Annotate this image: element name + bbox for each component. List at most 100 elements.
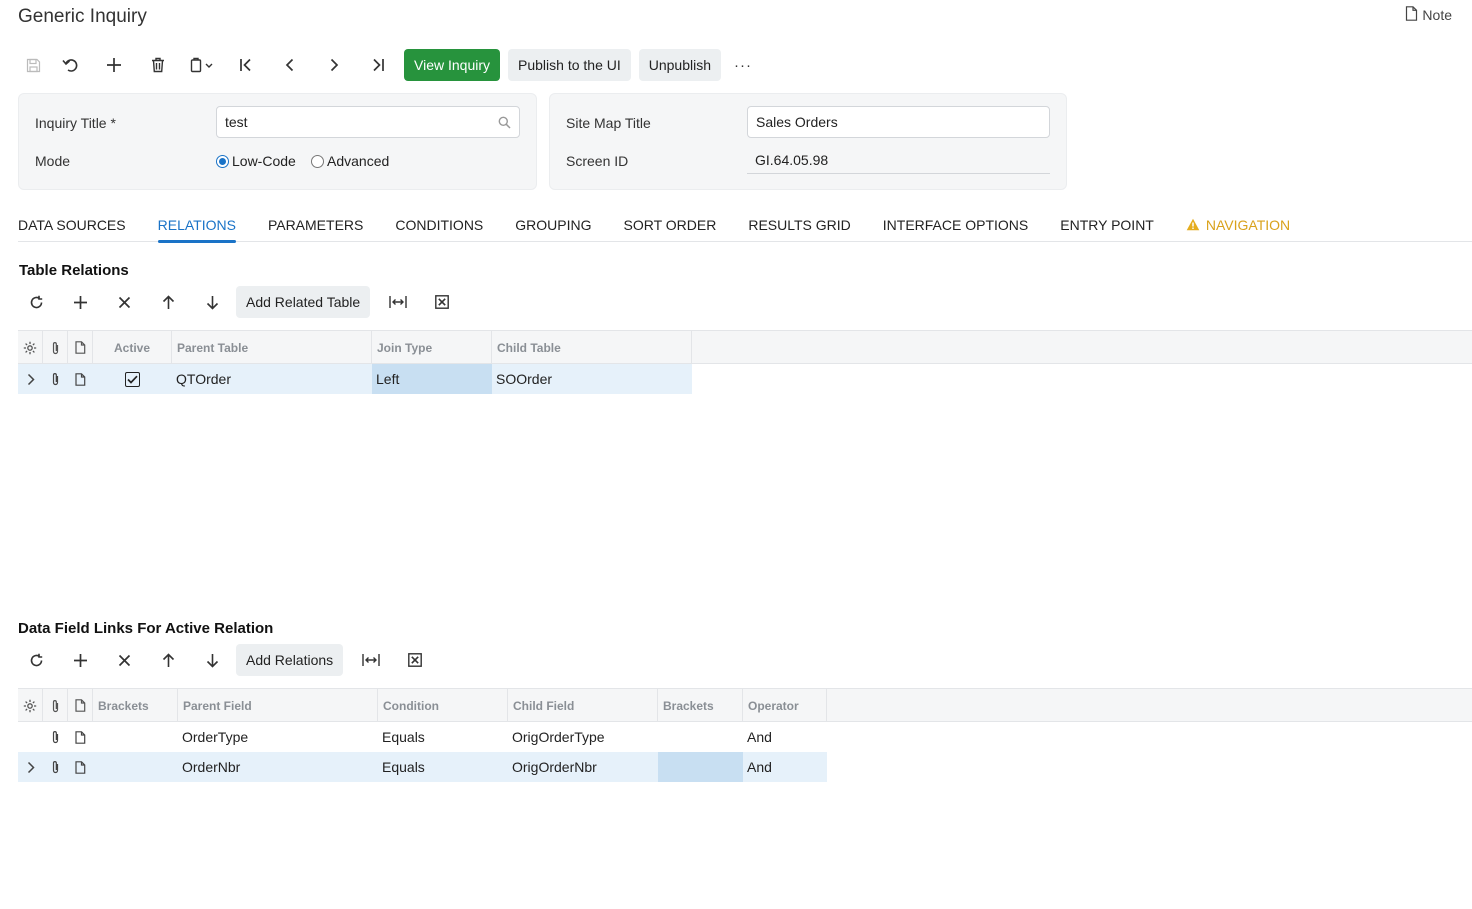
column-header-child-field[interactable]: Child Field bbox=[508, 689, 658, 722]
parent-field-cell[interactable]: OrderType bbox=[178, 722, 378, 752]
column-header-close-brackets[interactable]: Brackets bbox=[658, 689, 743, 722]
export-excel-icon[interactable] bbox=[420, 286, 464, 318]
tab-relations[interactable]: RELATIONS bbox=[157, 208, 237, 243]
last-icon[interactable] bbox=[356, 48, 400, 82]
site-map-title-value: Sales Orders bbox=[756, 114, 838, 130]
fit-columns-icon[interactable] bbox=[349, 644, 393, 676]
note-icon[interactable] bbox=[68, 752, 93, 782]
attachment-icon[interactable] bbox=[43, 364, 68, 394]
expand-row-icon[interactable] bbox=[18, 364, 43, 394]
note-icon bbox=[1405, 6, 1418, 24]
column-header-parent-table[interactable]: Parent Table bbox=[172, 331, 372, 364]
view-inquiry-button[interactable]: View Inquiry bbox=[404, 49, 501, 81]
field-links-toolbar: Add Relations bbox=[14, 644, 437, 676]
tab-conditions[interactable]: CONDITIONS bbox=[395, 208, 483, 242]
add-icon[interactable] bbox=[58, 644, 102, 676]
previous-icon[interactable] bbox=[268, 48, 312, 82]
search-icon[interactable] bbox=[498, 116, 511, 129]
delete-icon[interactable] bbox=[136, 48, 180, 82]
note-icon bbox=[68, 331, 93, 364]
row-selector[interactable] bbox=[18, 722, 43, 752]
field-links-grid: Brackets Parent Field Condition Child Fi… bbox=[18, 688, 1472, 782]
move-up-icon[interactable] bbox=[146, 644, 190, 676]
table-row[interactable]: OrderType Equals OrigOrderType And bbox=[18, 722, 1472, 752]
column-header-parent-field[interactable]: Parent Field bbox=[178, 689, 378, 722]
table-row[interactable]: OrderNbr Equals OrigOrderNbr And bbox=[18, 752, 1472, 782]
copy-paste-icon[interactable] bbox=[180, 48, 224, 82]
note-icon[interactable] bbox=[68, 722, 93, 752]
inquiry-title-field[interactable]: test bbox=[216, 106, 520, 138]
child-field-cell[interactable]: OrigOrderType bbox=[508, 722, 658, 752]
attachment-icon[interactable] bbox=[43, 722, 68, 752]
mode-radio-low-code[interactable]: Low-Code bbox=[216, 153, 296, 169]
column-header-condition[interactable]: Condition bbox=[378, 689, 508, 722]
refresh-icon[interactable] bbox=[14, 286, 58, 318]
child-field-cell[interactable]: OrigOrderNbr bbox=[508, 752, 658, 782]
move-down-icon[interactable] bbox=[190, 644, 234, 676]
unpublish-button[interactable]: Unpublish bbox=[638, 49, 722, 81]
tab-entry-point[interactable]: ENTRY POINT bbox=[1060, 208, 1154, 242]
export-excel-icon[interactable] bbox=[393, 644, 437, 676]
operator-cell[interactable]: And bbox=[743, 722, 827, 752]
tab-data-sources[interactable]: DATA SOURCES bbox=[18, 208, 126, 242]
close-brackets-cell[interactable] bbox=[658, 722, 743, 752]
delete-icon[interactable] bbox=[102, 644, 146, 676]
tab-grouping[interactable]: GROUPING bbox=[515, 208, 591, 242]
tab-navigation-label: NAVIGATION bbox=[1205, 217, 1291, 233]
expand-row-icon[interactable] bbox=[18, 752, 43, 782]
next-icon[interactable] bbox=[312, 48, 356, 82]
mode-radio-advanced[interactable]: Advanced bbox=[311, 153, 389, 169]
tab-sort-order[interactable]: SORT ORDER bbox=[624, 208, 717, 242]
radio-unselected-icon bbox=[311, 154, 324, 168]
inquiry-title-label: Inquiry Title * bbox=[35, 115, 116, 131]
grid-header: Brackets Parent Field Condition Child Fi… bbox=[18, 688, 1472, 722]
tab-results-grid[interactable]: RESULTS GRID bbox=[748, 208, 850, 242]
move-up-icon[interactable] bbox=[146, 286, 190, 318]
grid-settings-icon[interactable] bbox=[18, 689, 43, 722]
column-header-open-brackets[interactable]: Brackets bbox=[93, 689, 178, 722]
open-brackets-cell[interactable] bbox=[93, 752, 178, 782]
condition-cell[interactable]: Equals bbox=[378, 722, 508, 752]
attachment-icon bbox=[43, 689, 68, 722]
more-icon[interactable]: ··· bbox=[721, 48, 765, 82]
fit-columns-icon[interactable] bbox=[376, 286, 420, 318]
undo-icon[interactable] bbox=[48, 48, 92, 82]
note-icon[interactable] bbox=[68, 364, 93, 394]
operator-cell[interactable]: And bbox=[743, 752, 827, 782]
active-checkbox[interactable] bbox=[93, 364, 172, 394]
tab-parameters[interactable]: PARAMETERS bbox=[268, 208, 363, 242]
grid-header: Active Parent Table Join Type Child Tabl… bbox=[18, 330, 1472, 364]
attachment-icon[interactable] bbox=[43, 752, 68, 782]
condition-cell[interactable]: Equals bbox=[378, 752, 508, 782]
column-header-join-type[interactable]: Join Type bbox=[372, 331, 492, 364]
tab-interface-options[interactable]: INTERFACE OPTIONS bbox=[883, 208, 1028, 242]
note-link[interactable]: Note bbox=[1405, 6, 1452, 24]
first-icon[interactable] bbox=[224, 48, 268, 82]
save-icon[interactable] bbox=[18, 48, 48, 82]
inquiry-header-panel: Inquiry Title * test Mode Low-Code Advan… bbox=[18, 93, 537, 190]
parent-field-cell[interactable]: OrderNbr bbox=[178, 752, 378, 782]
delete-icon[interactable] bbox=[102, 286, 146, 318]
publish-button[interactable]: Publish to the UI bbox=[508, 49, 631, 81]
add-icon[interactable] bbox=[58, 286, 102, 318]
table-row[interactable]: QTOrder Left SOOrder bbox=[18, 364, 1472, 394]
parent-table-cell[interactable]: QTOrder bbox=[172, 364, 372, 394]
close-brackets-cell[interactable] bbox=[658, 752, 743, 782]
child-table-cell[interactable]: SOOrder bbox=[492, 364, 692, 394]
add-relations-button[interactable]: Add Relations bbox=[236, 644, 344, 676]
column-header-operator[interactable]: Operator bbox=[743, 689, 827, 722]
column-header-active[interactable]: Active bbox=[93, 331, 172, 364]
column-header-child-table[interactable]: Child Table bbox=[492, 331, 692, 364]
move-down-icon[interactable] bbox=[190, 286, 234, 318]
open-brackets-cell[interactable] bbox=[93, 722, 178, 752]
note-icon bbox=[68, 689, 93, 722]
table-relations-grid: Active Parent Table Join Type Child Tabl… bbox=[18, 330, 1472, 394]
mode-option-label: Low-Code bbox=[232, 153, 296, 169]
grid-settings-icon[interactable] bbox=[18, 331, 43, 364]
refresh-icon[interactable] bbox=[14, 644, 58, 676]
join-type-cell[interactable]: Left bbox=[372, 364, 492, 394]
add-related-table-button[interactable]: Add Related Table bbox=[236, 286, 371, 318]
tab-navigation[interactable]: NAVIGATION bbox=[1186, 208, 1290, 242]
site-map-title-field[interactable]: Sales Orders bbox=[747, 106, 1050, 138]
add-icon[interactable] bbox=[92, 48, 136, 82]
